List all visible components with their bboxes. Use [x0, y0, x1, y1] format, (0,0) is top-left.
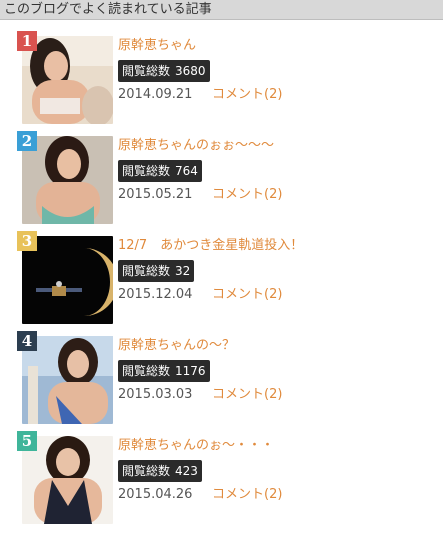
comment-count-link[interactable]: コメント(2) — [212, 287, 282, 303]
view-count-value: 3680 — [175, 64, 206, 78]
view-count-value: 1176 — [175, 364, 206, 378]
widget-header: このブログでよく読まれている記事 — [0, 0, 443, 20]
post-title-link[interactable]: 原幹恵ちゃん — [118, 38, 196, 54]
ranking-item-1: 1 原幹恵ちゃん 閲覧総数 3680 2014.09.21 コメント(2) — [17, 31, 437, 124]
rank-badge: 5 — [17, 431, 37, 451]
rank-badge: 2 — [17, 131, 37, 151]
rank-badge: 1 — [17, 31, 37, 51]
post-title-link[interactable]: 原幹恵ちゃんのぉ～・・・ — [118, 438, 274, 454]
view-count-label: 閲覧総数 — [122, 364, 171, 378]
post-title-link[interactable]: 原幹恵ちゃんのぉぉ～～～ — [118, 138, 274, 154]
view-count-badge: 閲覧総数 423 — [118, 460, 202, 482]
view-count-value: 423 — [175, 464, 198, 478]
post-date: 2015.05.21 — [118, 187, 193, 202]
rank-badge: 3 — [17, 231, 37, 251]
view-count-value: 764 — [175, 164, 198, 178]
comment-count-link[interactable]: コメント(2) — [212, 187, 282, 203]
comment-count-link[interactable]: コメント(2) — [212, 387, 282, 403]
comment-count-link[interactable]: コメント(2) — [212, 487, 282, 503]
popular-posts-widget: このブログでよく読まれている記事 1 原幹恵ちゃん 閲覧総数 3680 2014.… — [0, 0, 443, 533]
rank-badge: 4 — [17, 331, 37, 351]
view-count-badge: 閲覧総数 764 — [118, 160, 202, 182]
post-date: 2015.03.03 — [118, 387, 193, 402]
ranking-item-5: 5 原幹恵ちゃんのぉ～・・・ 閲覧総数 423 2015.04.26 コメント(2… — [17, 431, 437, 524]
ranking-item-4: 4 原幹恵ちゃんの～？ 閲覧総数 1176 2015.03.03 コメント(2) — [17, 331, 437, 424]
widget-title: このブログでよく読まれている記事 — [4, 2, 212, 17]
ranking-item-2: 2 原幹恵ちゃんのぉぉ～～～ 閲覧総数 764 2015.05.21 コメント(2… — [17, 131, 437, 224]
post-title-link[interactable]: 原幹恵ちゃんの～？ — [118, 338, 235, 354]
view-count-label: 閲覧総数 — [122, 464, 171, 478]
view-count-badge: 閲覧総数 3680 — [118, 60, 210, 82]
post-date: 2015.04.26 — [118, 487, 193, 502]
post-date: 2014.09.21 — [118, 87, 193, 102]
view-count-label: 閲覧総数 — [122, 64, 171, 78]
post-date: 2015.12.04 — [118, 287, 193, 302]
view-count-badge: 閲覧総数 32 — [118, 260, 195, 282]
view-count-badge: 閲覧総数 1176 — [118, 360, 210, 382]
view-count-label: 閲覧総数 — [122, 264, 171, 278]
comment-count-link[interactable]: コメント(2) — [212, 87, 282, 103]
view-count-label: 閲覧総数 — [122, 164, 171, 178]
view-count-value: 32 — [175, 264, 191, 278]
post-title-link[interactable]: 12/7 あかつき金星軌道投入！ — [118, 238, 303, 254]
ranking-item-3: 3 12/7 あかつき金星軌道投入！ 閲覧総数 32 2015.12.04 コメン… — [17, 231, 437, 324]
